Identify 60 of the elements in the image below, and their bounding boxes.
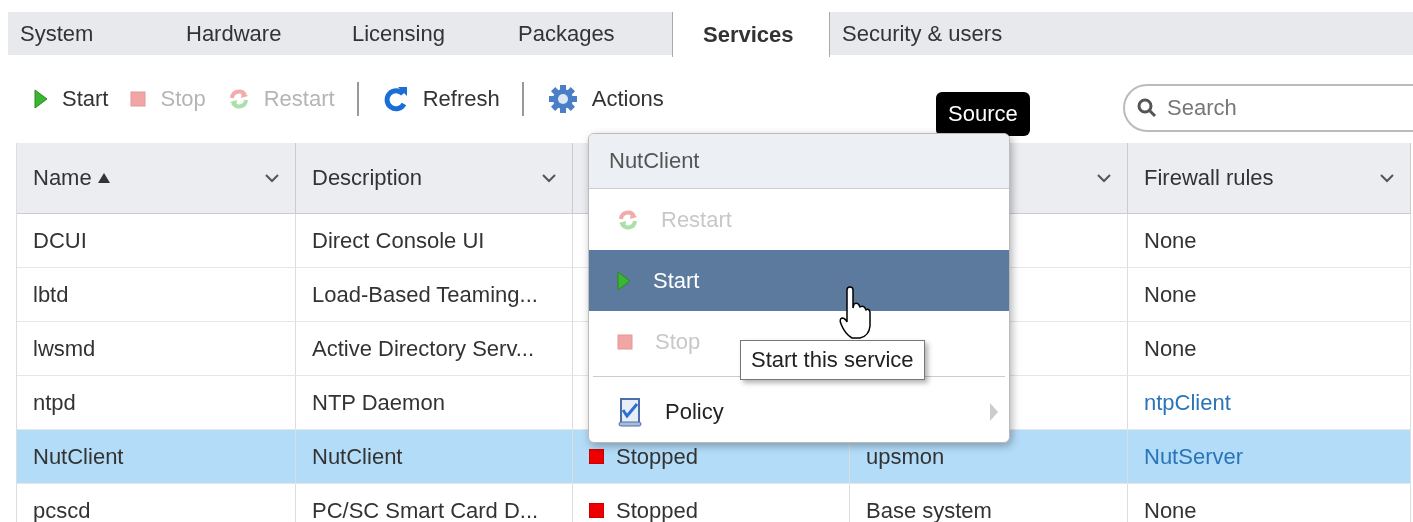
chevron-down-icon[interactable] bbox=[1380, 173, 1394, 183]
tab[interactable]: Licensing bbox=[340, 12, 506, 55]
table-cell: Active Directory Serv... bbox=[312, 335, 535, 362]
table-cell: Direct Console UI bbox=[312, 227, 485, 254]
table-cell: None bbox=[1144, 227, 1197, 254]
tooltip: Source bbox=[936, 92, 1030, 136]
table-cell: upsmon bbox=[866, 443, 945, 470]
toolbar-button[interactable]: Start bbox=[34, 86, 109, 112]
table-cell: None bbox=[1144, 335, 1197, 362]
hand-cursor-icon bbox=[838, 286, 872, 340]
stopped-status-icon bbox=[589, 503, 604, 518]
refresh-icon bbox=[382, 85, 409, 113]
column-header[interactable]: Description bbox=[296, 143, 573, 213]
menu-item[interactable]: Start bbox=[589, 250, 1009, 311]
gear-icon bbox=[547, 84, 578, 114]
table-cell: pcscd bbox=[33, 497, 91, 522]
table-cell: Base system bbox=[866, 497, 992, 522]
toolbar-button[interactable]: Actions bbox=[547, 84, 664, 114]
scroll-checkmark-icon bbox=[617, 395, 643, 428]
play-icon bbox=[617, 270, 631, 291]
stop-icon bbox=[130, 91, 147, 107]
tab[interactable]: Security & users bbox=[830, 12, 1015, 55]
selected-table-row[interactable]: NutClient NutClient Stopped upsmon NutServer bbox=[17, 430, 1411, 484]
table-row[interactable]: pcscd PC/SC Smart Card D... Stopped Base system None bbox=[17, 484, 1411, 522]
chevron-down-icon[interactable] bbox=[542, 173, 556, 183]
table-cell: NutClient bbox=[312, 443, 403, 470]
restart-icon bbox=[617, 208, 639, 231]
table-cell: NTP Daemon bbox=[312, 389, 445, 416]
search-field[interactable]: Search bbox=[1123, 84, 1413, 132]
chevron-down-icon[interactable] bbox=[1097, 173, 1111, 183]
stopped-status-icon bbox=[589, 449, 604, 464]
table-cell: lwsmd bbox=[33, 335, 96, 362]
search-icon bbox=[1137, 98, 1157, 118]
table-cell: None bbox=[1144, 281, 1197, 308]
table-cell: Load-Based Teaming... bbox=[312, 281, 538, 308]
header-label: Name bbox=[33, 165, 92, 191]
table-cell: Stopped bbox=[616, 497, 698, 522]
table-cell: NutClient bbox=[33, 443, 124, 470]
table-cell: PC/SC Smart Card D... bbox=[312, 497, 539, 522]
table-cell: lbtd bbox=[33, 281, 69, 308]
tab[interactable]: Services bbox=[672, 12, 830, 57]
menu-title: NutClient bbox=[589, 134, 1009, 189]
tooltip: Start this service bbox=[740, 340, 925, 380]
header-label: Description bbox=[312, 165, 423, 191]
table-cell: DCUI bbox=[33, 227, 87, 254]
table-cell: Stopped bbox=[616, 443, 698, 470]
tab[interactable]: Packages bbox=[506, 12, 672, 55]
stop-icon bbox=[617, 333, 633, 350]
restart-icon bbox=[227, 88, 250, 110]
table-cell: None bbox=[1144, 497, 1197, 522]
column-header[interactable]: Firewall rules bbox=[1128, 143, 1411, 213]
table-cell: ntpd bbox=[33, 389, 76, 416]
table-link[interactable]: ntpClient bbox=[1144, 389, 1231, 416]
toolbar-button[interactable]: Refresh bbox=[382, 85, 500, 113]
tab[interactable]: System bbox=[8, 12, 174, 55]
tab[interactable]: Hardware bbox=[174, 12, 340, 55]
chevron-down-icon[interactable] bbox=[265, 173, 279, 183]
play-icon bbox=[34, 89, 48, 109]
header-label: Firewall rules bbox=[1144, 165, 1274, 191]
column-header[interactable]: Name bbox=[17, 143, 296, 213]
